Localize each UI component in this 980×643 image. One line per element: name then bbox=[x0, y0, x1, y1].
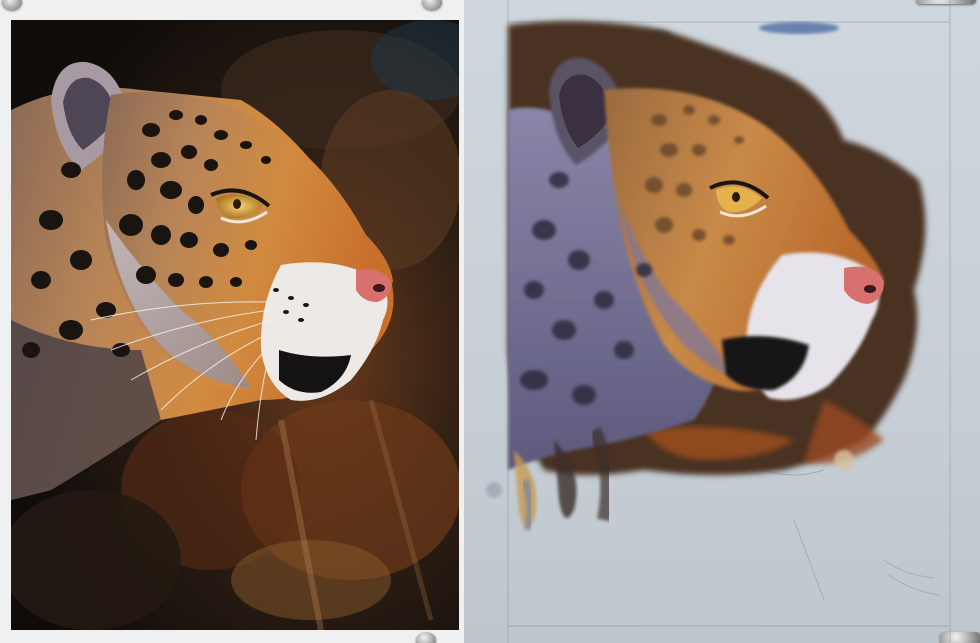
photo-and-painting-scene bbox=[0, 0, 980, 643]
pastel-painting bbox=[486, 0, 951, 643]
pin-top-right-icon bbox=[422, 0, 442, 10]
painting-paper-board bbox=[464, 0, 980, 643]
reference-photo-board bbox=[0, 0, 464, 643]
reference-photo bbox=[11, 20, 459, 630]
pin-top-left-icon bbox=[2, 0, 22, 10]
pin-bottom-right-icon bbox=[416, 632, 436, 643]
